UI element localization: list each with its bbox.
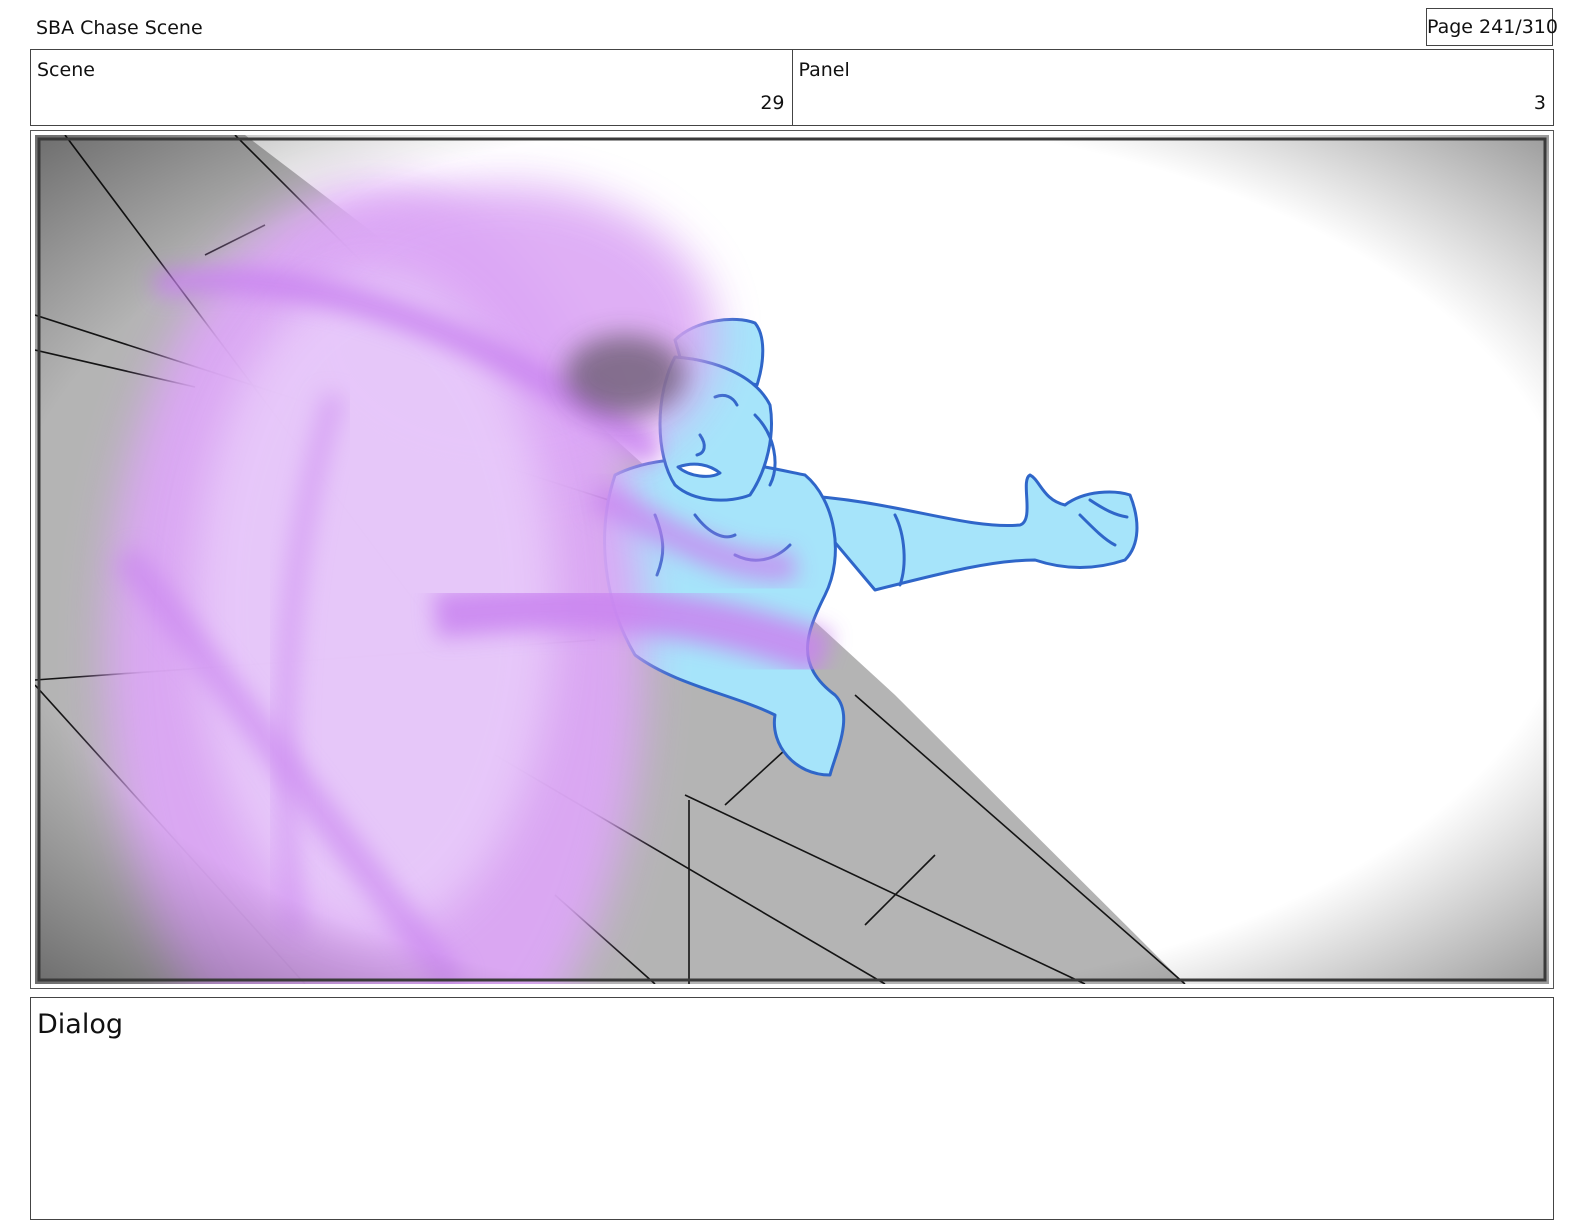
dialog-label: Dialog — [37, 1009, 123, 1040]
panel-cell: Panel 3 — [791, 50, 1554, 125]
storyboard-panel-frame — [30, 130, 1554, 989]
scene-panel-info: Scene 29 Panel 3 — [30, 49, 1554, 126]
panel-label: Panel — [798, 59, 850, 81]
scene-number: 29 — [760, 92, 785, 114]
panel-vignette — [35, 135, 1549, 984]
dialog-box: Dialog — [30, 997, 1554, 1220]
scene-label: Scene — [37, 59, 95, 81]
panel-number: 3 — [1533, 92, 1546, 114]
page-indicator: Page 241/310 — [1426, 8, 1558, 46]
storyboard-panel-image — [35, 135, 1549, 984]
scene-cell: Scene 29 — [31, 50, 792, 125]
storyboard-title: SBA Chase Scene — [36, 17, 203, 39]
